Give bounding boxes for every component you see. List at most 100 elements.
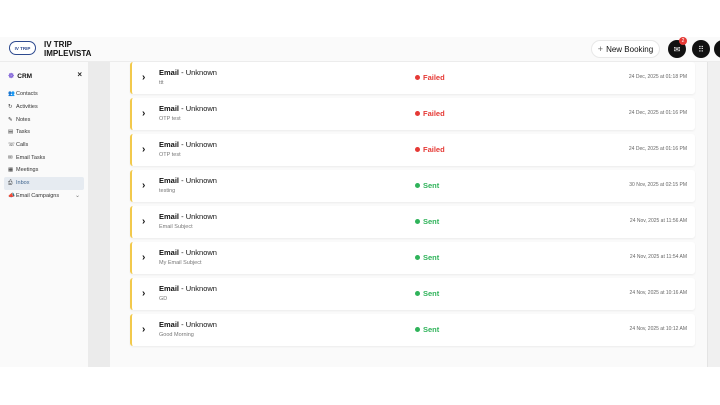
sidebar-item-label: Contacts [16,91,38,98]
title-separator: - [179,212,186,221]
app-window: IV TRIP IV TRIP IMPLEVISTA + New Booking… [0,37,720,367]
email-title: Email - Unknown [159,248,217,257]
email-icon: ✉ [8,154,13,161]
email-row[interactable]: › Email - Unknown My Email Subject Sent 24 N… [130,242,695,274]
chevron-right-icon[interactable]: › [142,72,145,83]
chevron-right-icon[interactable]: › [142,180,145,191]
title-separator: - [179,104,186,113]
email-log-list: › Email - Unknown ttt Failed 24 Dec, 2025 at… [130,62,695,350]
sidebar-item-contacts[interactable]: 👥 Contacts [4,88,84,101]
status-dot-icon [415,291,420,296]
email-row[interactable]: › Email - Unknown OTP test Failed 24 Dec, 20… [130,98,695,130]
chevron-right-icon[interactable]: › [142,252,145,263]
chevron-right-icon[interactable]: › [142,108,145,119]
email-sender: Unknown [185,176,217,185]
plus-icon: + [597,44,604,54]
email-title: Email - Unknown [159,68,217,77]
email-row[interactable]: › Email - Unknown ttt Failed 24 Dec, 2025 at… [130,62,695,94]
title-separator: - [179,248,186,257]
email-subject: GD [159,296,168,302]
email-title: Email - Unknown [159,140,217,149]
sidebar-title: CRM [17,72,33,80]
sidebar-header: ☸ CRM × [8,70,82,82]
email-type: Email [159,68,180,77]
logo-text: IV TRIP [14,45,31,51]
mail-icon: ✉ [673,44,681,54]
email-timestamp: 24 Dec, 2025 at 01:18 PM [628,74,687,80]
status-label: Failed [423,109,445,118]
sidebar-item-label: Activities [16,104,38,111]
status-label: Sent [423,289,440,298]
email-row[interactable]: › Email - Unknown GD Sent 24 Nov, 2025 at 10… [130,278,695,310]
email-sender: Unknown [185,68,217,77]
brand-line-2: IMPLEVISTA [44,49,92,58]
sidebar-item-calls[interactable]: ☏ Calls [4,139,84,152]
sidebar-item-meetings[interactable]: ▦ Meetings [4,164,84,177]
status-badge: Sent [415,181,439,190]
email-title: Email - Unknown [159,176,217,185]
status-dot-icon [415,111,420,116]
status-badge: Sent [415,217,439,226]
chevron-right-icon[interactable]: › [142,324,145,335]
company-logo[interactable]: IV TRIP [9,41,36,55]
chevron-right-icon[interactable]: › [142,216,145,227]
email-timestamp: 30 Nov, 2025 at 02:15 PM [629,182,687,188]
email-timestamp: 24 Nov, 2025 at 11:54 AM [629,254,687,260]
sidebar-item-label: Tasks [16,129,31,136]
new-booking-button[interactable]: + New Booking [591,40,660,58]
email-subject: testing [159,188,176,194]
sidebar-item-tasks[interactable]: ▤ Tasks [4,126,84,139]
email-row[interactable]: › Email - Unknown Email Subject Sent 24 Nov,… [130,206,695,238]
chevron-right-icon[interactable]: › [142,288,145,299]
sidebar-item-email-tasks[interactable]: ✉ Email Tasks [4,151,84,164]
sidebar-item-activities[interactable]: ↻ Activities [4,101,84,114]
brand-line-1: IV TRIP [44,40,73,49]
sidebar-item-label: Email Campaigns [16,192,60,199]
contacts-icon: 👥 [8,91,15,98]
email-row[interactable]: › Email - Unknown OTP test Failed 24 Dec, 20… [130,134,695,166]
status-dot-icon [415,327,420,332]
email-subject: OTP test [159,152,181,158]
status-badge: Sent [415,325,439,334]
sidebar-item-inbox[interactable]: ⎙ Inbox [4,176,84,190]
email-subject: My Email Subject [159,260,202,266]
inbox-icon: ⎙ [8,179,13,186]
email-type: Email [159,140,180,149]
email-title: Email - Unknown [159,212,217,221]
chevron-right-icon[interactable]: › [142,144,145,155]
title-separator: - [179,140,186,149]
status-label: Sent [423,181,440,190]
sidebar-gutter [88,62,110,367]
sidebar-item-label: Notes [16,116,31,123]
sidebar-item-email-campaigns[interactable]: 📣 Email Campaigns ⌄ [4,190,84,203]
mail-button[interactable]: ✉ 2 [668,37,687,58]
email-sender: Unknown [185,248,217,257]
close-icon[interactable]: × [77,70,82,79]
apps-grid-button[interactable]: ⠿ [692,40,710,58]
sidebar: ☸ CRM × 👥 Contacts ↻ Activities ✎ Notes ▤ Ta… [0,62,88,367]
top-header: IV TRIP IV TRIP IMPLEVISTA + New Booking… [0,37,720,62]
scrollbar-track[interactable] [707,62,720,367]
status-label: Failed [423,73,445,82]
email-timestamp: 24 Nov, 2025 at 10:12 AM [629,326,687,332]
email-type: Email [159,248,180,257]
apps-grid-icon: ⠿ [698,44,704,54]
status-dot-icon [415,75,420,80]
email-sender: Unknown [185,104,217,113]
status-badge: Sent [415,289,439,298]
title-separator: - [179,176,186,185]
status-label: Sent [423,325,440,334]
status-dot-icon [415,255,420,260]
email-subject: ttt [159,80,164,86]
crm-icon: ☸ [8,73,15,80]
title-separator: - [179,284,186,293]
profile-button[interactable] [714,40,720,58]
email-row[interactable]: › Email - Unknown testing Sent 30 Nov, 2025 … [130,170,695,202]
email-timestamp: 24 Dec, 2025 at 01:16 PM [628,110,687,116]
email-type: Email [159,320,180,329]
chevron-down-icon[interactable]: ⌄ [75,192,80,199]
sidebar-item-label: Meetings [16,167,39,174]
email-row[interactable]: › Email - Unknown Good Morning Sent 24 Nov, … [130,314,695,346]
sidebar-item-notes[interactable]: ✎ Notes [4,113,84,126]
email-type: Email [159,212,180,221]
